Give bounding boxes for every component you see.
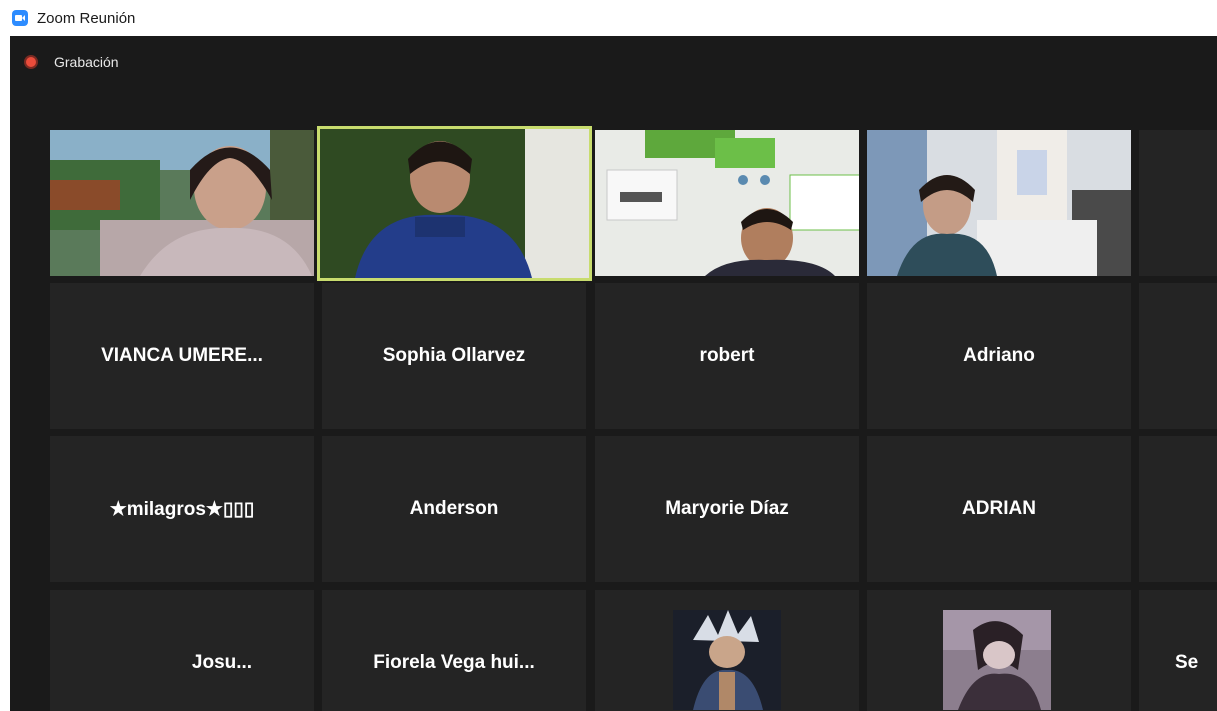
participant-name: Josu... bbox=[191, 652, 253, 673]
participant-name: Adriano bbox=[963, 345, 1035, 366]
recording-indicator[interactable]: Grabación bbox=[24, 54, 119, 70]
participant-tile[interactable]: Anderson bbox=[322, 436, 586, 582]
participant-tile-partial[interactable] bbox=[1139, 283, 1217, 429]
participant-tile-with-avatar[interactable] bbox=[867, 590, 1131, 711]
participant-video-tile-active-speaker[interactable] bbox=[317, 126, 592, 281]
participant-video-feed bbox=[595, 130, 859, 276]
participant-tile[interactable]: robert bbox=[595, 283, 859, 429]
participant-video-tile[interactable] bbox=[595, 130, 859, 276]
recording-dot-icon bbox=[24, 55, 38, 69]
participant-tile-with-avatar[interactable] bbox=[595, 590, 859, 711]
participant-video-feed bbox=[867, 130, 1131, 276]
participant-video-tile[interactable] bbox=[50, 130, 314, 276]
participant-tile[interactable]: ADRIAN bbox=[867, 436, 1131, 582]
zoom-camera-icon bbox=[12, 10, 28, 26]
participant-tile[interactable]: ★milagros★▯▯▯ bbox=[50, 436, 314, 582]
participant-tile[interactable]: VIANCA UMERE... bbox=[50, 283, 314, 429]
participant-video-feed bbox=[50, 130, 314, 276]
zoom-window: Zoom Reunión Grabación VIANCA UMERE... S… bbox=[0, 0, 1217, 711]
participant-name: Anderson bbox=[409, 498, 499, 519]
participant-name: ★milagros★▯▯▯ bbox=[109, 498, 255, 520]
participant-tile[interactable]: Adriano bbox=[867, 283, 1131, 429]
participant-tile-partial[interactable] bbox=[1139, 436, 1217, 582]
participant-tile-partial[interactable]: Se bbox=[1139, 590, 1217, 711]
participant-tile[interactable]: Fiorela Vega hui... bbox=[322, 590, 586, 711]
participant-name: ADRIAN bbox=[962, 498, 1036, 519]
recording-label: Grabación bbox=[54, 54, 119, 70]
participant-avatar bbox=[943, 610, 1051, 710]
participant-name: Maryorie Díaz bbox=[665, 498, 789, 519]
participant-tile[interactable]: Josu... bbox=[50, 590, 314, 711]
participant-name: Sophia Ollarvez bbox=[382, 345, 526, 366]
window-title: Zoom Reunión bbox=[37, 10, 136, 27]
participant-tile[interactable]: Sophia Ollarvez bbox=[322, 283, 586, 429]
participant-name-partial: Se bbox=[1175, 652, 1199, 673]
participant-video-tile[interactable] bbox=[867, 130, 1131, 276]
participant-tile[interactable]: Maryorie Díaz bbox=[595, 436, 859, 582]
participant-tile-partial[interactable] bbox=[1139, 130, 1217, 276]
participant-avatar bbox=[673, 610, 781, 710]
meeting-gallery-view: Grabación VIANCA UMERE... Sophia Ollarve… bbox=[10, 36, 1217, 711]
title-bar: Zoom Reunión bbox=[0, 0, 1217, 36]
participant-name: VIANCA UMERE... bbox=[101, 345, 263, 366]
participant-video-feed bbox=[320, 129, 589, 278]
participant-name: Fiorela Vega hui... bbox=[373, 652, 535, 673]
participant-name: robert bbox=[699, 345, 755, 366]
